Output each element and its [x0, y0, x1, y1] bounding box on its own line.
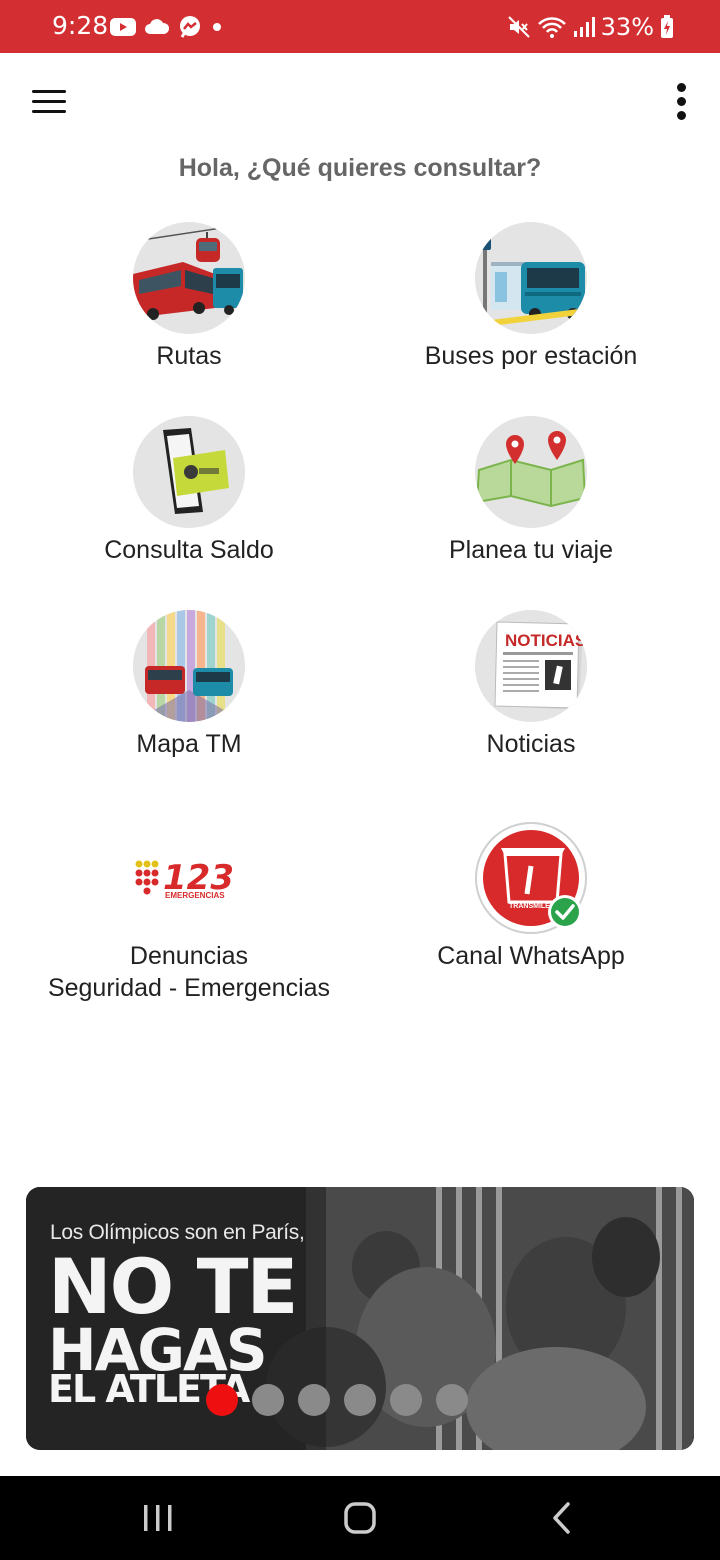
carousel-dot[interactable]	[436, 1384, 468, 1416]
tile-noticias[interactable]: NOTICIAS Noticias	[361, 610, 701, 760]
status-bar: 9:28 33%	[0, 0, 720, 53]
battery-charging-icon	[661, 15, 673, 38]
newspaper-icon: NOTICIAS	[475, 610, 587, 722]
messenger-icon	[180, 16, 200, 38]
emergency-123-icon: 123 EMERGENCIAS	[135, 858, 234, 900]
tile-label: Buses por estación	[424, 342, 638, 370]
tile-label: Canal WhatsApp	[437, 942, 625, 970]
back-icon[interactable]	[532, 1496, 592, 1540]
cloud-icon	[145, 19, 170, 34]
greeting-title: Hola, ¿Qué quieres consultar?	[178, 154, 542, 182]
tile-label: Rutas	[156, 342, 222, 370]
promo-banner-carousel[interactable]: Los Olímpicos son en París, NO TE HAGAS …	[26, 1187, 694, 1450]
tile-consulta-saldo[interactable]: Consulta Saldo	[19, 416, 359, 566]
status-time: 9:28	[52, 11, 109, 40]
tile-label: Mapa TM	[136, 730, 242, 758]
tile-label: Noticias	[486, 730, 576, 758]
home-icon[interactable]	[330, 1496, 390, 1540]
colorful-route-map-icon	[133, 610, 245, 722]
tile-mapa-tm[interactable]: Mapa TM	[19, 610, 359, 760]
tile-buses-por-estacion[interactable]: Buses por estación	[361, 222, 701, 372]
newspaper-title: NOTICIAS	[505, 631, 586, 650]
tile-label-line2: Seguridad - Emergencias	[47, 974, 331, 1002]
wifi-icon	[537, 17, 566, 38]
tile-planea-tu-viaje[interactable]: Planea tu viaje	[361, 416, 701, 566]
recent-apps-icon[interactable]	[128, 1496, 188, 1540]
status-notification-icons	[110, 14, 224, 40]
battery-percentage: 33%	[600, 13, 654, 41]
bus-cablecar-icon	[133, 222, 245, 334]
carousel-indicator	[206, 1384, 468, 1416]
carousel-dot[interactable]	[390, 1384, 422, 1416]
tile-label-line1: Denuncias	[129, 942, 249, 970]
menu-line	[32, 89, 66, 93]
tile-denuncias[interactable]: 123 EMERGENCIAS Denuncias Seguridad - Em…	[19, 822, 359, 1004]
more-dot	[676, 96, 686, 106]
signal-icon	[573, 17, 595, 37]
bus-station-icon	[475, 222, 587, 334]
banner-headline-1: NO TE	[48, 1242, 298, 1331]
tile-label: Consulta Saldo	[104, 536, 274, 564]
tile-canal-whatsapp[interactable]: TRANSMILENIO Canal WhatsApp	[361, 822, 701, 972]
system-navigation-bar	[0, 1476, 720, 1560]
more-dot	[676, 110, 686, 120]
phone-card-icon	[133, 416, 245, 528]
carousel-dot[interactable]	[298, 1384, 330, 1416]
map-pins-icon	[475, 416, 587, 528]
carousel-dot[interactable]	[252, 1384, 284, 1416]
emergency-logo-subtext: EMERGENCIAS	[165, 891, 225, 900]
transmilenio-whatsapp-icon: TRANSMILENIO	[475, 822, 587, 934]
carousel-dot-active[interactable]	[206, 1384, 238, 1416]
menu-line	[32, 99, 66, 103]
hamburger-menu-icon[interactable]	[26, 80, 72, 122]
youtube-icon	[110, 18, 136, 36]
mute-icon	[507, 16, 530, 38]
carousel-dot[interactable]	[344, 1384, 376, 1416]
menu-line	[32, 109, 66, 113]
dot-icon	[213, 23, 221, 31]
more-vertical-icon[interactable]	[666, 80, 696, 122]
tile-rutas[interactable]: Rutas	[19, 222, 359, 372]
more-dot	[676, 82, 686, 92]
tile-label: Planea tu viaje	[448, 536, 613, 564]
status-system-icons: 33%	[507, 13, 674, 41]
